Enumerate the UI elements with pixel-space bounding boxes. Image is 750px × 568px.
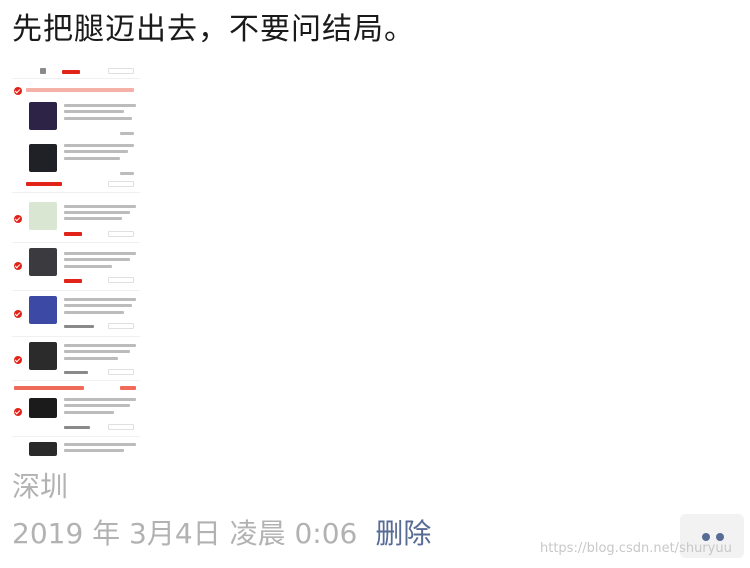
moments-post: 先把腿迈出去，不要问结局。 深圳 2019 年 3月4日 凌晨 0:06 删除 … xyxy=(0,0,750,568)
timestamp: 2019 年 3月4日 凌晨 0:06 xyxy=(12,517,358,550)
delete-link[interactable]: 删除 xyxy=(375,517,431,550)
post-meta: 2019 年 3月4日 凌晨 0:06 删除 xyxy=(12,516,431,552)
shared-screenshot-image[interactable] xyxy=(12,60,140,458)
location-label[interactable]: 深圳 xyxy=(12,470,68,504)
watermark: https://blog.csdn.net/shuryuu xyxy=(540,541,732,556)
post-text: 先把腿迈出去，不要问结局。 xyxy=(12,12,415,47)
